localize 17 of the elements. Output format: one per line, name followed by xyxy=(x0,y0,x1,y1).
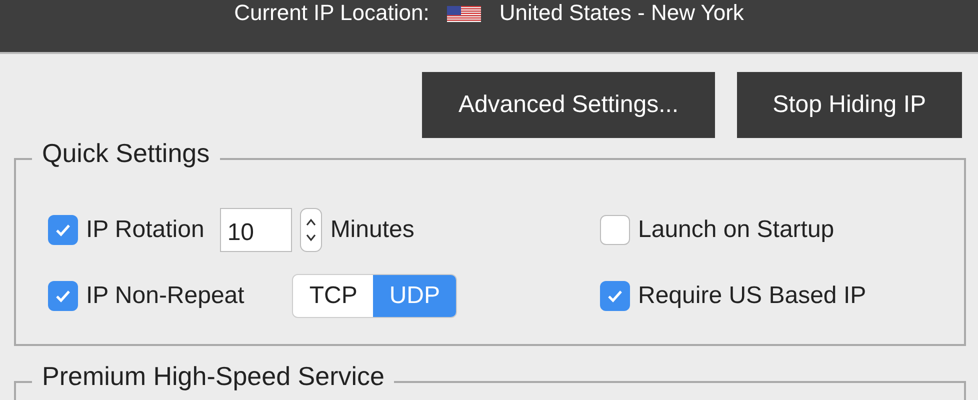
unit-label: Minutes xyxy=(330,215,414,245)
checkbox-label: Require US Based IP xyxy=(638,281,866,311)
flag-icon xyxy=(447,6,482,22)
advanced-settings-button[interactable]: Advanced Settings... xyxy=(422,72,715,138)
stop-hiding-ip-button[interactable]: Stop Hiding IP xyxy=(736,72,962,138)
location-label: Current IP Location: xyxy=(234,2,430,24)
location-value: United States - New York xyxy=(499,2,744,24)
minutes-input-field[interactable]: 10 xyxy=(220,208,292,252)
checkbox[interactable] xyxy=(600,215,630,245)
checkbox-label: Launch on Startup xyxy=(638,215,834,245)
checkbox[interactable] xyxy=(48,281,78,311)
stepper-control[interactable] xyxy=(300,208,322,252)
checkbox-label: IP Rotation xyxy=(86,215,204,245)
protocol-segment[interactable]: TCP xyxy=(293,275,374,317)
checkbox-label: IP Non-Repeat xyxy=(86,281,244,311)
checkbox[interactable] xyxy=(600,281,630,311)
checkbox[interactable] xyxy=(48,215,78,245)
